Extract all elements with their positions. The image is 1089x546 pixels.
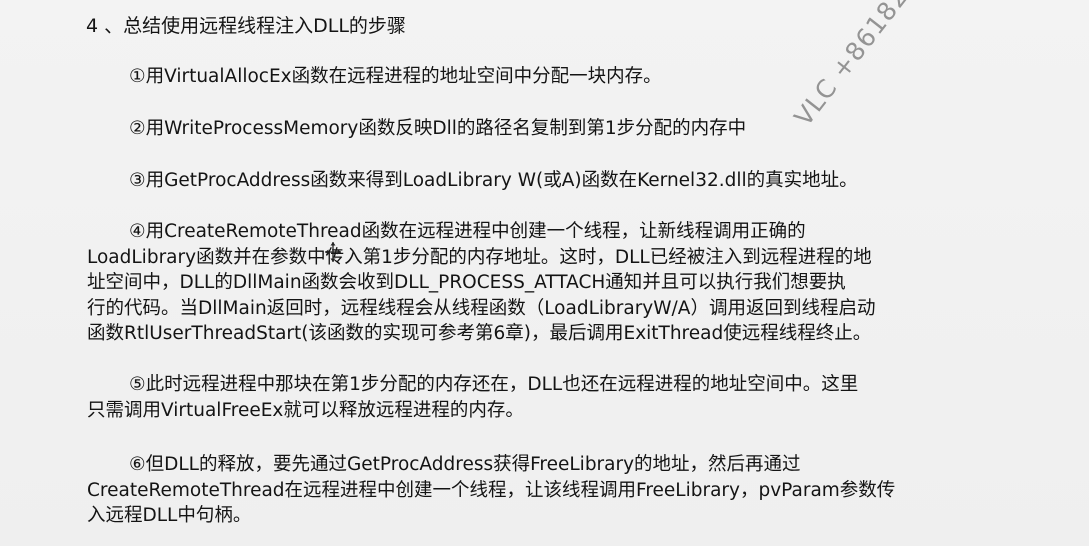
step-4-paragraph: ④用CreateRemoteThread函数在远程进程中创建一个线程，让新线程调… (87, 219, 987, 347)
step-6-line: 入远程DLL中句柄。 (87, 505, 252, 526)
step-5-line: ⑤此时远程进程中那块在第1步分配的内存还在，DLL也还在远程进程的地址空间中。这… (129, 374, 859, 395)
step-4-line: 函数RtlUserThreadStart(该函数的实现可参考第6章)，最后调用E… (87, 323, 872, 344)
step-4-line: LoadLibrary函数并在参数中传入第1步分配的内存地址。这时，DLL已经被… (87, 246, 872, 268)
step-2-line: ②用WriteProcessMemory函数反映Dll的路径名复制到第1步分配的… (129, 118, 747, 139)
step-6-line: ⑥但DLL的释放，要先通过GetProcAddress获得FreeLibrary… (129, 454, 801, 475)
step-2-paragraph: ②用WriteProcessMemory函数反映Dll的路径名复制到第1步分配的… (87, 116, 987, 142)
step-6-line: CreateRemoteThread在远程进程中创建一个线程，让该线程调用Fre… (87, 479, 896, 501)
step-4-line: 址空间中，DLL的DllMain函数会收到DLL_PROCESS_ATTACH通… (87, 272, 846, 293)
step-5-paragraph: ⑤此时远程进程中那块在第1步分配的内存还在，DLL也还在远程进程的地址空间中。这… (87, 372, 987, 423)
step-5-line: 只需调用VirtualFreeEx就可以释放远程进程的内存。 (87, 399, 524, 421)
section-heading: 4 、总结使用远程线程注入DLL的步骤 (86, 15, 406, 37)
step-3-paragraph: ③用GetProcAddress函数来得到LoadLibrary W(或A)函数… (87, 168, 987, 194)
move-cursor-icon (325, 242, 341, 262)
step-4-line: 行的代码。当DllMain返回时，远程线程会从线程函数（LoadLibraryW… (87, 297, 876, 319)
step-3-line: ③用GetProcAddress函数来得到LoadLibrary W(或A)函数… (129, 170, 858, 191)
step-4-line: ④用CreateRemoteThread函数在远程进程中创建一个线程，让新线程调… (129, 221, 806, 242)
slide: 4 、总结使用远程线程注入DLL的步骤 ①用VirtualAllocEx函数在远… (0, 0, 1089, 546)
step-6-paragraph: ⑥但DLL的释放，要先通过GetProcAddress获得FreeLibrary… (87, 452, 987, 529)
